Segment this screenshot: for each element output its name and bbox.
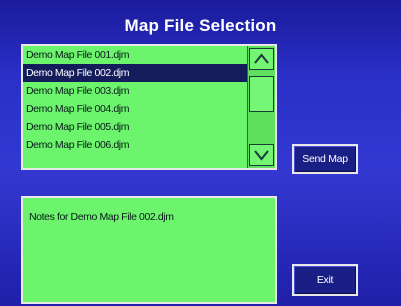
chevron-up-icon xyxy=(254,53,269,64)
list-item[interactable]: Demo Map File 004.djm xyxy=(23,100,249,118)
page-title: Map File Selection xyxy=(124,16,277,35)
scroll-thumb[interactable] xyxy=(249,76,274,112)
list-item[interactable]: Demo Map File 005.djm xyxy=(23,118,249,136)
send-map-button[interactable]: Send Map xyxy=(292,144,358,174)
list-scrollbar[interactable] xyxy=(247,46,275,168)
list-item[interactable]: Demo Map File 003.djm xyxy=(23,82,249,100)
list-item[interactable]: Demo Map File 006.djm xyxy=(23,136,249,154)
file-list-items: Demo Map File 001.djm Demo Map File 002.… xyxy=(23,46,249,168)
file-list[interactable]: Demo Map File 001.djm Demo Map File 002.… xyxy=(21,44,277,170)
scroll-down-button[interactable] xyxy=(249,144,274,166)
list-item[interactable]: Demo Map File 001.djm xyxy=(23,46,249,64)
chevron-down-icon xyxy=(254,150,269,161)
exit-button[interactable]: Exit xyxy=(292,264,358,296)
notes-text: Notes for Demo Map File 002.djm xyxy=(29,211,174,223)
scroll-up-button[interactable] xyxy=(249,48,274,70)
notes-panel: Notes for Demo Map File 002.djm xyxy=(21,196,277,304)
list-item-selected[interactable]: Demo Map File 002.djm xyxy=(23,64,249,82)
